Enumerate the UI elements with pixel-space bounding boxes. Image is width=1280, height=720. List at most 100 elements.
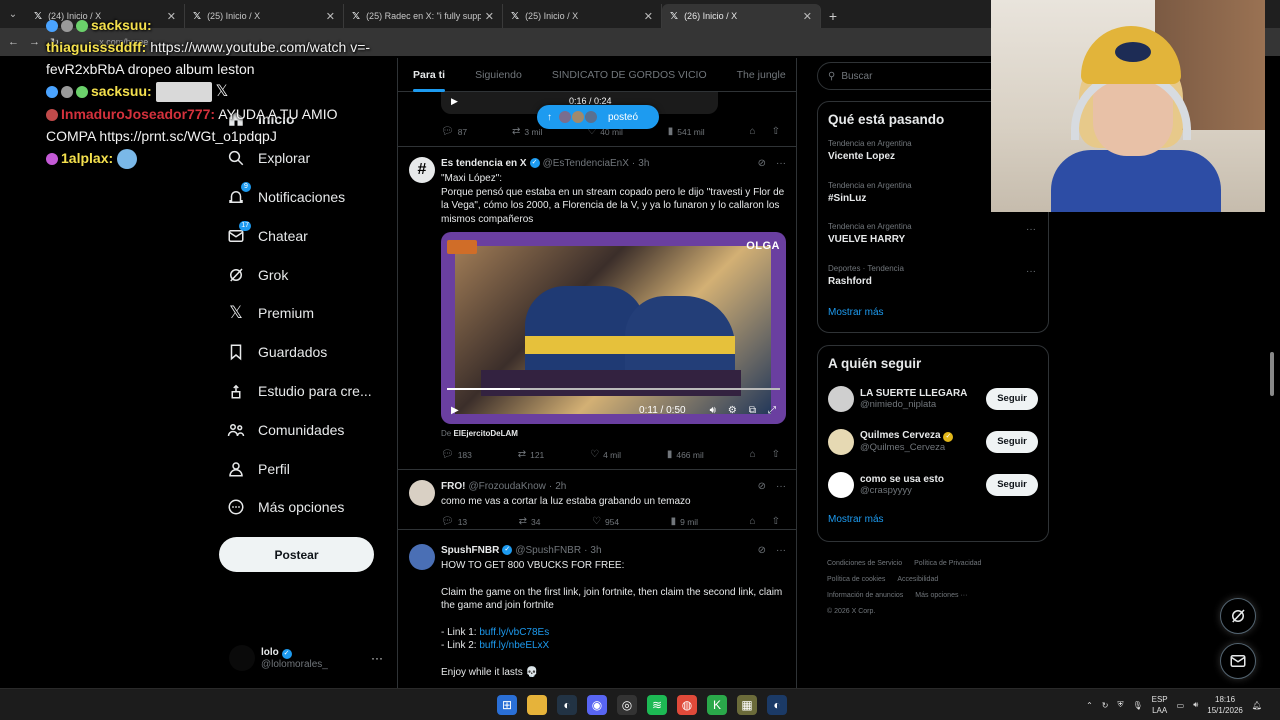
tweet-link[interactable]: buff.ly/nbeELxX bbox=[479, 640, 549, 651]
new-tab-button[interactable]: + bbox=[821, 4, 845, 28]
tab-close-icon[interactable]: ✕ bbox=[644, 10, 653, 23]
trend-item[interactable]: Deportes · Tendencia Rashford ··· bbox=[818, 258, 1048, 300]
clock[interactable]: 18:16 15/1/2026 bbox=[1207, 694, 1243, 716]
tab-sindicato[interactable]: SINDICATO DE GORDOS VICIO bbox=[537, 58, 722, 92]
tab-search-chevron-icon[interactable]: ⌄ bbox=[0, 0, 26, 28]
sidebar-item-comunidades[interactable]: Comunidades bbox=[218, 410, 396, 449]
more-icon[interactable]: ··· bbox=[1026, 224, 1036, 235]
tweet-author-handle[interactable]: @EsTendenciaEnX bbox=[543, 158, 629, 169]
grok-icon[interactable]: ⊘ bbox=[758, 158, 766, 169]
mic-icon[interactable]: 🎙︎ bbox=[1132, 701, 1142, 710]
like-button[interactable]: ♡ 954 bbox=[592, 516, 619, 527]
follow-button[interactable]: Seguir bbox=[986, 473, 1038, 496]
sidebar-item-chatear[interactable]: 17 Chatear bbox=[218, 216, 396, 255]
notification-icon[interactable]: 🔔︎ bbox=[1252, 701, 1262, 710]
views-button[interactable]: ▮ 466 mil bbox=[667, 449, 704, 460]
steam-icon[interactable]: ◐ bbox=[767, 695, 787, 715]
footer-link[interactable]: Accesibilidad bbox=[897, 576, 938, 583]
tab-siguiendo[interactable]: Siguiendo bbox=[460, 58, 537, 92]
sidebar-item-premium[interactable]: 𝕏 Premium bbox=[218, 294, 396, 333]
sidebar-item-guardados[interactable]: Guardados bbox=[218, 333, 396, 372]
forward-icon[interactable]: → bbox=[29, 36, 40, 48]
more-icon[interactable]: ··· bbox=[776, 545, 786, 556]
repost-button[interactable]: ⇄ 34 bbox=[519, 516, 541, 527]
fullscreen-icon[interactable]: ⤢ bbox=[768, 405, 776, 416]
repost-button[interactable]: ⇄ 3 mil bbox=[512, 126, 542, 137]
tweet-time[interactable]: 3h bbox=[590, 545, 601, 556]
account-switcher[interactable]: lolo ✓ @lolomorales_ ··· bbox=[229, 643, 389, 673]
footer-link[interactable]: Política de Privacidad bbox=[914, 560, 981, 567]
tab-close-icon[interactable]: ✕ bbox=[803, 10, 812, 23]
video-source-account[interactable]: ElEjercitoDeLAM bbox=[453, 429, 517, 438]
steam-icon[interactable]: ◐ bbox=[557, 695, 577, 715]
new-posts-pill[interactable]: ↑ posteó bbox=[537, 105, 659, 129]
show-more-link[interactable]: Mostrar más bbox=[818, 299, 1048, 328]
volume-icon[interactable]: 🔊︎ bbox=[710, 405, 716, 416]
tweet-time[interactable]: 2h bbox=[555, 481, 566, 492]
browser-tab[interactable]: 𝕏 (25) Inicio / X ✕ bbox=[503, 4, 662, 28]
show-more-link[interactable]: Mostrar más bbox=[818, 506, 1048, 535]
footer-link[interactable]: Condiciones de Servicio bbox=[827, 560, 902, 567]
more-icon[interactable]: ··· bbox=[776, 481, 786, 492]
bookmark-button[interactable]: ⌂ ⇧ bbox=[750, 516, 780, 527]
follow-button[interactable]: Seguir bbox=[986, 430, 1038, 453]
footer-link[interactable]: Más opciones ··· bbox=[915, 592, 967, 599]
sync-icon[interactable]: ↻ bbox=[1102, 701, 1109, 710]
spotify-icon[interactable]: ≋ bbox=[647, 695, 667, 715]
file-explorer-icon[interactable] bbox=[527, 695, 547, 715]
more-icon[interactable]: ··· bbox=[1026, 266, 1036, 277]
sidebar-item-estudio[interactable]: Estudio para cre... bbox=[218, 372, 396, 411]
tweet-time[interactable]: 3h bbox=[638, 158, 649, 169]
discord-icon[interactable]: ◉ bbox=[587, 695, 607, 715]
settings-icon[interactable]: ⚙ bbox=[728, 405, 737, 416]
footer-link[interactable]: Información de anuncios bbox=[827, 592, 903, 599]
tweet-author-name[interactable]: FRO! bbox=[441, 481, 465, 492]
more-icon[interactable]: ··· bbox=[371, 651, 383, 665]
tweet-author-name[interactable]: SpushFNBR bbox=[441, 545, 499, 556]
follow-suggestion[interactable]: como se usa esto @craspyyyy Seguir bbox=[818, 463, 1048, 506]
sidebar-item-perfil[interactable]: Perfil bbox=[218, 449, 396, 488]
chevron-up-icon[interactable]: ⌃ bbox=[1086, 701, 1093, 710]
follow-suggestion[interactable]: Quilmes Cerveza ✓ @Quilmes_Cerveza Seguir bbox=[818, 420, 1048, 463]
follow-button[interactable]: Seguir bbox=[986, 387, 1038, 410]
back-icon[interactable]: ← bbox=[8, 36, 19, 48]
tweet[interactable]: SpushFNBR ✓ @SpushFNBR · 3h ⊘ ··· HOW TO … bbox=[398, 536, 796, 688]
sidebar-item-mas-opciones[interactable]: Más opciones bbox=[218, 488, 396, 527]
volume-icon[interactable]: 🔊︎ bbox=[1193, 700, 1198, 710]
windows-start-icon[interactable]: ⊞ bbox=[497, 695, 517, 715]
tab-para-ti[interactable]: Para ti bbox=[398, 58, 460, 92]
reply-button[interactable]: 💬︎ 13 bbox=[441, 516, 467, 527]
bookmark-button[interactable]: ⌂ ⇧ bbox=[750, 126, 780, 137]
tweet[interactable]: FRO! @FrozoudaKnow · 2h ⊘ ··· como me vas… bbox=[398, 470, 796, 530]
like-button[interactable]: ♡ 4 mil bbox=[590, 449, 621, 460]
obs-icon[interactable]: ▦ bbox=[737, 695, 757, 715]
tweet-author-name[interactable]: Es tendencia en X bbox=[441, 158, 527, 169]
video-player[interactable]: OLGA ▶ 0:11 / 0:50 🔊︎ ⚙ ⧉ ⤢ bbox=[441, 232, 786, 424]
play-icon[interactable]: ▶ bbox=[451, 405, 459, 416]
app-icon[interactable]: ◎ bbox=[617, 695, 637, 715]
messages-float-button[interactable] bbox=[1220, 643, 1256, 679]
grok-float-button[interactable] bbox=[1220, 598, 1256, 634]
tweet[interactable]: # Es tendencia en X ✓ @EsTendenciaEnX · … bbox=[398, 147, 796, 470]
chrome-icon[interactable]: ◍ bbox=[677, 695, 697, 715]
tab-close-icon[interactable]: ✕ bbox=[485, 10, 494, 23]
shield-icon[interactable]: ⛨ bbox=[1117, 700, 1123, 710]
tweet-author-handle[interactable]: @SpushFNBR bbox=[515, 545, 581, 556]
video-progress-bar[interactable] bbox=[447, 388, 780, 390]
post-button[interactable]: Postear bbox=[219, 537, 374, 572]
browser-tab-active[interactable]: 𝕏 (26) Inicio / X ✕ bbox=[662, 4, 821, 28]
tweet-author-handle[interactable]: @FrozoudaKnow bbox=[468, 481, 545, 492]
reply-button[interactable]: 💬︎ 183 bbox=[441, 449, 472, 460]
trend-item[interactable]: Tendencia en Argentina VUELVE HARRY ··· bbox=[818, 216, 1048, 258]
sidebar-item-notificaciones[interactable]: 9 Notificaciones bbox=[218, 178, 396, 217]
language-indicator[interactable]: ESP LAA bbox=[1152, 694, 1168, 716]
kick-icon[interactable]: K bbox=[707, 695, 727, 715]
sidebar-item-grok[interactable]: Grok bbox=[218, 255, 396, 294]
reply-button[interactable]: 💬︎ 87 bbox=[441, 126, 467, 137]
repost-button[interactable]: ⇄ 121 bbox=[518, 449, 545, 460]
bookmark-button[interactable]: ⌂ ⇧ bbox=[750, 449, 780, 460]
pip-icon[interactable]: ⧉ bbox=[749, 405, 756, 416]
views-button[interactable]: ▮ 541 mil bbox=[668, 126, 705, 137]
tab-the-jungle[interactable]: The jungle bbox=[722, 58, 796, 92]
grok-icon[interactable]: ⊘ bbox=[758, 545, 766, 556]
